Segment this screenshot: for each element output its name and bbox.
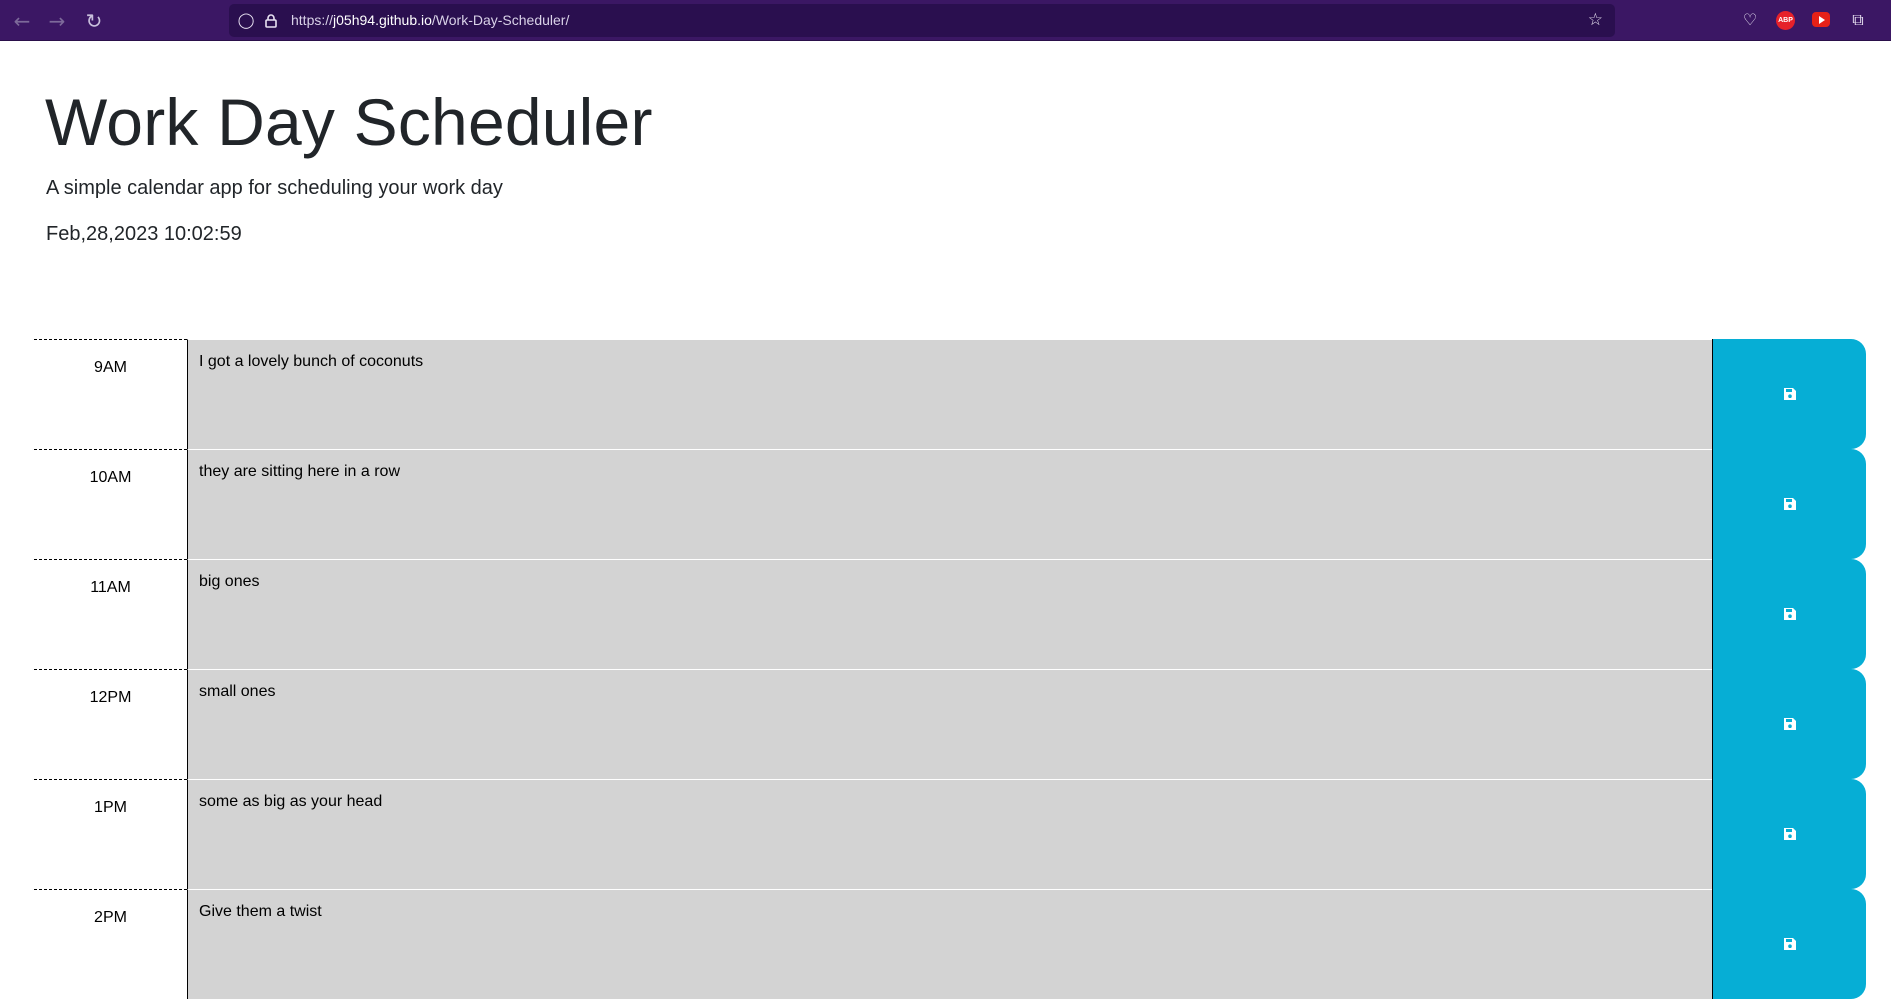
description-textarea[interactable]: they are sitting here in a row: [187, 449, 1712, 559]
description-textarea[interactable]: I got a lovely bunch of coconuts: [187, 339, 1712, 449]
adblock-label: ABP: [1778, 17, 1793, 24]
url-host: j05h94.github.io: [333, 12, 432, 28]
shield-icon[interactable]: ◯: [235, 4, 257, 37]
time-block-11am: 11AM big ones: [34, 559, 1866, 669]
reload-icon[interactable]: ↻: [82, 10, 106, 32]
page-title: Work Day Scheduler: [45, 85, 653, 159]
hour-label: 9AM: [34, 339, 187, 449]
save-button[interactable]: [1712, 779, 1866, 889]
save-floppy-icon: [1783, 938, 1796, 950]
description-textarea[interactable]: small ones: [187, 669, 1712, 779]
extensions-puzzle-icon[interactable]: ⧉: [1846, 9, 1870, 31]
hour-label: 11AM: [34, 559, 187, 669]
save-button[interactable]: [1712, 449, 1866, 559]
forward-arrow-icon[interactable]: →: [45, 10, 69, 32]
save-floppy-icon: [1783, 388, 1796, 400]
description-textarea[interactable]: Give them a twist: [187, 889, 1712, 999]
save-button[interactable]: [1712, 559, 1866, 669]
time-block-9am: 9AM I got a lovely bunch of coconuts: [34, 339, 1866, 449]
browser-toolbar: ← → ↻ ◯ https://j05h94.github.io/Work-Da…: [0, 0, 1891, 41]
time-block-12pm: 12PM small ones: [34, 669, 1866, 779]
time-block-2pm: 2PM Give them a twist: [34, 889, 1866, 999]
save-floppy-icon: [1783, 828, 1796, 840]
adblock-plus-icon[interactable]: ABP: [1776, 11, 1795, 30]
url-path: /Work-Day-Scheduler/: [431, 12, 570, 28]
time-block-1pm: 1PM some as big as your head: [34, 779, 1866, 889]
description-textarea[interactable]: some as big as your head: [187, 779, 1712, 889]
description-textarea[interactable]: big ones: [187, 559, 1712, 669]
hour-label: 1PM: [34, 779, 187, 889]
current-day: Feb,28,2023 10:02:59: [46, 223, 242, 245]
save-floppy-icon: [1783, 608, 1796, 620]
back-arrow-icon[interactable]: ←: [10, 10, 34, 32]
time-block-list: 9AM I got a lovely bunch of coconuts 10A…: [34, 339, 1866, 999]
page-subtitle: A simple calendar app for scheduling you…: [46, 177, 503, 199]
lock-icon[interactable]: [260, 4, 282, 37]
hour-label: 10AM: [34, 449, 187, 559]
save-button[interactable]: [1712, 889, 1866, 999]
star-icon[interactable]: ☆: [1588, 4, 1603, 37]
save-floppy-icon: [1783, 718, 1796, 730]
pocket-icon[interactable]: ♡: [1738, 9, 1762, 31]
url-prefix: https://: [291, 12, 334, 28]
youtube-icon[interactable]: [1812, 12, 1830, 27]
time-block-10am: 10AM they are sitting here in a row: [34, 449, 1866, 559]
save-button[interactable]: [1712, 339, 1866, 449]
url-bar[interactable]: ◯ https://j05h94.github.io/Work-Day-Sche…: [229, 4, 1615, 37]
hour-label: 12PM: [34, 669, 187, 779]
save-floppy-icon: [1783, 498, 1796, 510]
url-text[interactable]: https://j05h94.github.io/Work-Day-Schedu…: [291, 4, 569, 37]
hour-label: 2PM: [34, 889, 187, 999]
save-button[interactable]: [1712, 669, 1866, 779]
